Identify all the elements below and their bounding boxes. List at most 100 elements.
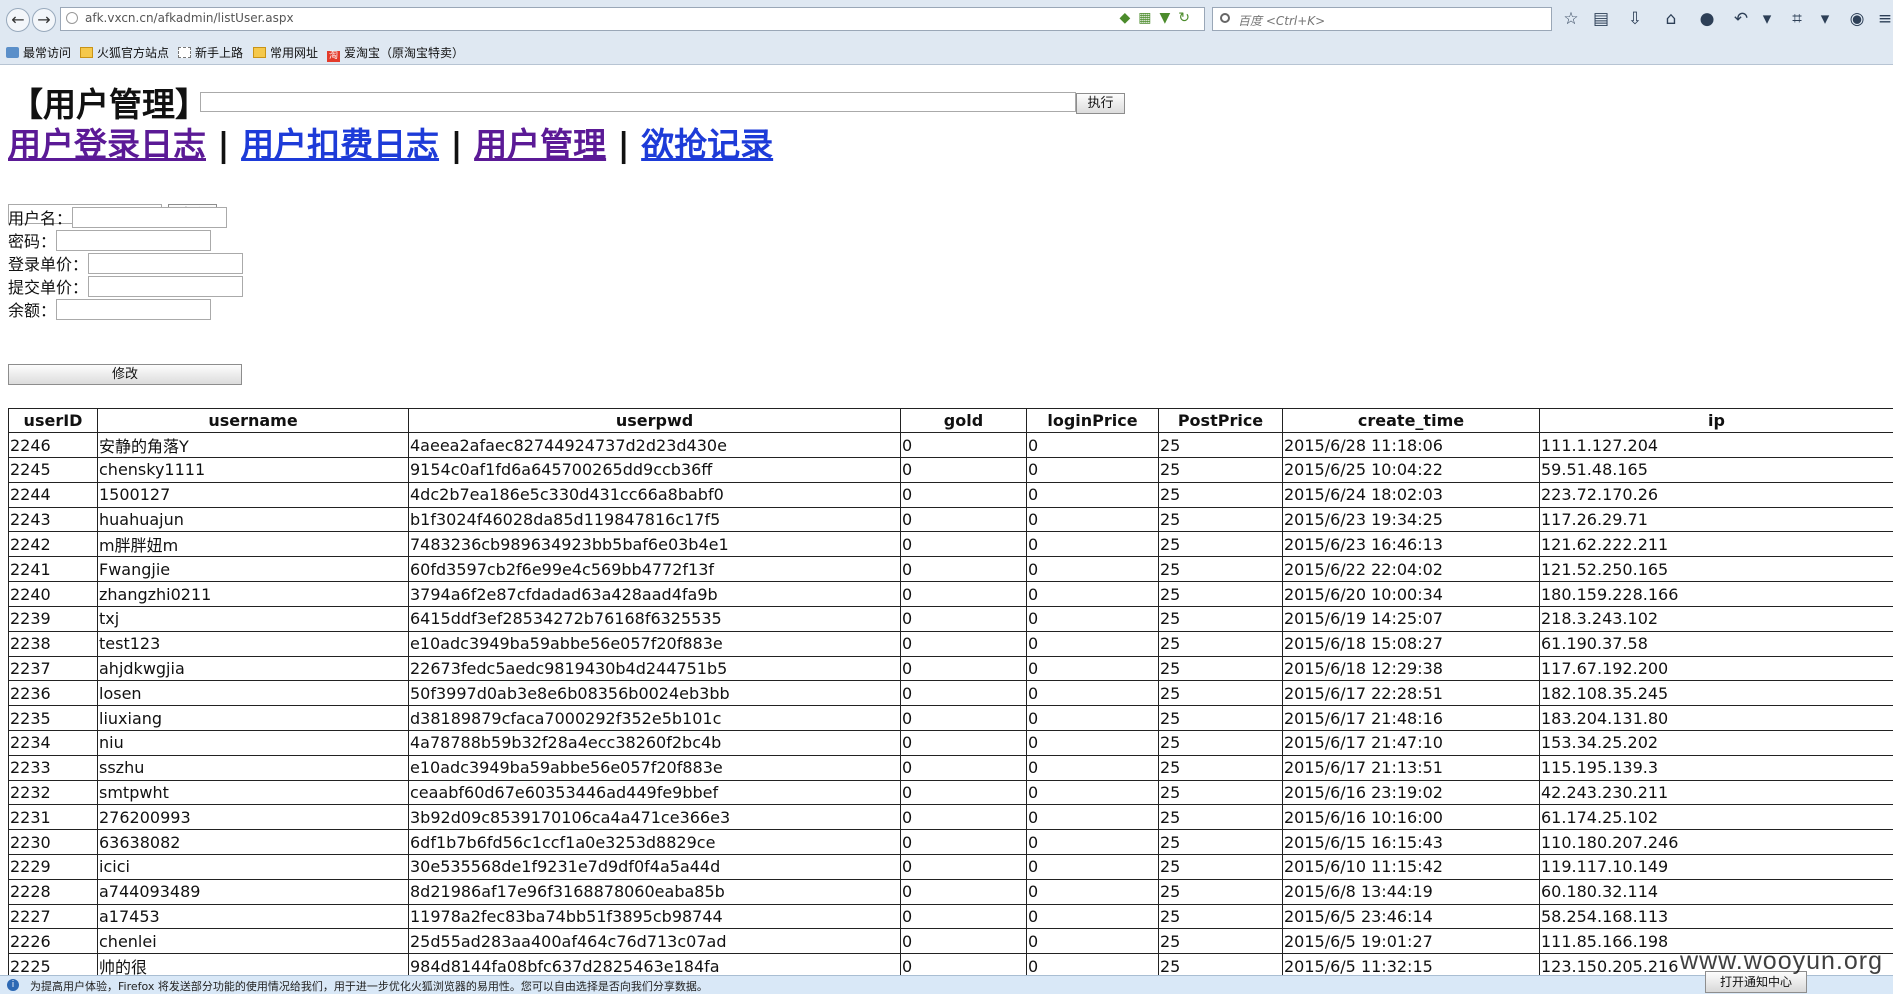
cell-userpwd: 6415ddf3ef28534272b76168f6325535 [408, 605, 901, 632]
cell-username: zhangzhi0211 [97, 581, 409, 607]
cell-gold: 0 [900, 705, 1027, 731]
login-price-input[interactable] [88, 253, 243, 274]
table-row: 2237 ahjdkwgjia 22673fedc5aedc9819430b4d24… [8, 655, 1893, 682]
cell-userpwd: 50f3997d0ab3e8e6b08356b0024eb3bb [408, 680, 901, 707]
cell-create-time: 2015/6/28 11:18:06 [1282, 432, 1540, 458]
cell-gold: 0 [900, 581, 1027, 607]
header-post-price: PostPrice [1158, 408, 1283, 433]
cell-username: 63638082 [97, 829, 409, 855]
cell-username: Fwangjie [97, 556, 409, 583]
cell-userpwd: 60fd3597cb2f6e99e4c569bb4772f13f [408, 556, 901, 583]
cell-username: 1500127 [97, 481, 409, 508]
folder-icon [80, 47, 93, 58]
post-price-input[interactable] [88, 276, 243, 297]
nav-user-login-log[interactable]: 用户登录日志 [8, 125, 206, 164]
bookmark-most-visited[interactable]: 最常访问 [6, 44, 71, 61]
bookmark-taobao[interactable]: 淘爱淘宝（原淘宝特卖） [327, 44, 464, 62]
table-row: 2228 a744093489 8d21986af17e96f3168878060e… [8, 878, 1893, 905]
menu-icon[interactable]: ≡ [1874, 9, 1893, 29]
bookmark-getting-started[interactable]: 新手上路 [178, 44, 243, 61]
header-userid: userID [8, 408, 98, 433]
password-label: 密码： [8, 232, 57, 251]
password-input[interactable] [56, 230, 211, 251]
cell-userid: 2242 [8, 531, 98, 558]
forward-button[interactable]: → [32, 8, 56, 32]
cell-userpwd: 11978a2fec83ba74bb51f3895cb98744 [408, 903, 901, 930]
cell-ip: 61.174.25.102 [1539, 804, 1893, 831]
bookmark-firefox-site[interactable]: 火狐官方站点 [80, 44, 169, 61]
table-row: 2240 zhangzhi0211 3794a6f2e87cfdadad63a428… [8, 581, 1893, 607]
cell-login-price: 0 [1026, 829, 1159, 855]
username-input[interactable] [72, 207, 227, 228]
cell-userid: 2238 [8, 630, 98, 657]
post-price-label: 提交单价： [8, 278, 89, 297]
home-icon[interactable]: ⌂ [1660, 9, 1682, 29]
cell-userpwd: 9154c0af1fd6a645700265dd9ccb36ff [408, 457, 901, 483]
undo-icon[interactable]: ↶ [1730, 9, 1752, 29]
cell-username: a17453 [97, 903, 409, 930]
browser-search-box[interactable]: 百度 <Ctrl+K> [1212, 7, 1552, 31]
cell-post-price: 25 [1158, 680, 1283, 707]
chevron-down-icon[interactable]: ▾ [1814, 9, 1836, 29]
header-username: username [97, 408, 409, 433]
cell-post-price: 25 [1158, 705, 1283, 731]
bookmarks-toolbar: 最常访问 火狐官方站点 新手上路 常用网址 淘爱淘宝（原淘宝特卖） [0, 40, 1893, 64]
cell-create-time: 2015/6/18 15:08:27 [1282, 630, 1540, 657]
cell-login-price: 0 [1026, 457, 1159, 483]
cell-create-time: 2015/6/22 22:04:02 [1282, 556, 1540, 583]
nav-user-charge-log[interactable]: 用户扣费日志 [241, 125, 439, 164]
cell-ip: 42.243.230.211 [1539, 779, 1893, 806]
cell-create-time: 2015/6/23 16:46:13 [1282, 531, 1540, 558]
balance-input[interactable] [56, 299, 211, 320]
cell-post-price: 25 [1158, 457, 1283, 483]
exec-input[interactable] [200, 92, 1076, 112]
cell-userpwd: ceaabf60d67e60353446ad449fe9bbef [408, 779, 901, 806]
chat-icon[interactable]: ● [1696, 9, 1718, 29]
status-bar: i 为提高用户体验，Firefox 将发送部分功能的使用情况给我们，用于进一步优… [0, 971, 1893, 994]
cell-ip: 218.3.243.102 [1539, 605, 1893, 632]
cell-ip: 121.62.222.211 [1539, 531, 1893, 558]
download-icon[interactable]: ⇩ [1624, 9, 1646, 29]
search-placeholder: 百度 <Ctrl+K> [1238, 14, 1326, 28]
cell-userid: 2234 [8, 729, 98, 756]
table-row: 2227 a17453 11978a2fec83ba74bb51f3895cb987… [8, 903, 1893, 930]
address-bar[interactable]: afk.vxcn.cn/afkadmin/listUser.aspx ◆▦▼↻ [60, 7, 1205, 31]
cell-userid: 2229 [8, 853, 98, 880]
table-row: 2242 m胖胖妞m 7483236cb989634923bb5baf6e03b4e… [8, 531, 1893, 558]
modify-button[interactable]: 修改 [8, 364, 242, 385]
table-row: 2226 chenlei 25d55ad283aa400af464c76d713c0… [8, 928, 1893, 955]
cell-ip: 119.117.10.149 [1539, 853, 1893, 880]
bookmark-label: 常用网址 [270, 46, 319, 60]
cell-create-time: 2015/6/16 10:16:00 [1282, 804, 1540, 831]
table-row: 2233 sszhu e10adc3949ba59abbe56e057f20f883… [8, 754, 1893, 781]
table-row: 2244 1500127 4dc2b7ea186e5c330d431cc66a8ba… [8, 481, 1893, 508]
message-icon[interactable]: ◉ [1846, 9, 1868, 29]
cell-userid: 2232 [8, 779, 98, 806]
reading-list-icon[interactable]: ▤ [1590, 9, 1612, 29]
cell-login-price: 0 [1026, 556, 1159, 583]
nav-user-management[interactable]: 用户管理 [474, 125, 606, 164]
cell-userid: 2226 [8, 928, 98, 955]
address-tools-icon[interactable]: ◆▦▼↻ [1120, 10, 1199, 26]
cell-username: ahjdkwgjia [97, 655, 409, 682]
user-table: userID username userpwd gold loginPrice … [8, 408, 1893, 976]
nav-grab-records[interactable]: 欲抢记录 [641, 125, 773, 164]
cell-userpwd: 4aeea2afaec82744924737d2d23d430e [408, 432, 901, 458]
table-row: 2245 chensky1111 9154c0af1fd6a645700265dd9… [8, 457, 1893, 483]
crop-icon[interactable]: ⌗ [1786, 9, 1808, 29]
cell-userpwd: 4a78788b59b32f28a4ecc38260f2bc4b [408, 729, 901, 756]
bookmark-star-icon[interactable]: ☆ [1560, 9, 1582, 29]
cell-gold: 0 [900, 556, 1027, 583]
chevron-down-icon[interactable]: ▾ [1756, 9, 1778, 29]
back-button[interactable]: ← [6, 8, 30, 32]
header-ip: ip [1539, 408, 1893, 433]
bookmark-label: 最常访问 [23, 46, 72, 60]
site-info-icon[interactable] [66, 12, 78, 24]
cell-ip: 110.180.207.246 [1539, 829, 1893, 855]
table-header-row: userID username userpwd gold loginPrice … [8, 408, 1893, 433]
header-userpwd: userpwd [408, 408, 901, 433]
exec-button[interactable]: 执行 [1076, 93, 1125, 114]
bookmark-common-sites[interactable]: 常用网址 [253, 44, 318, 61]
header-login-price: loginPrice [1026, 408, 1159, 433]
cell-create-time: 2015/6/25 10:04:22 [1282, 457, 1540, 483]
